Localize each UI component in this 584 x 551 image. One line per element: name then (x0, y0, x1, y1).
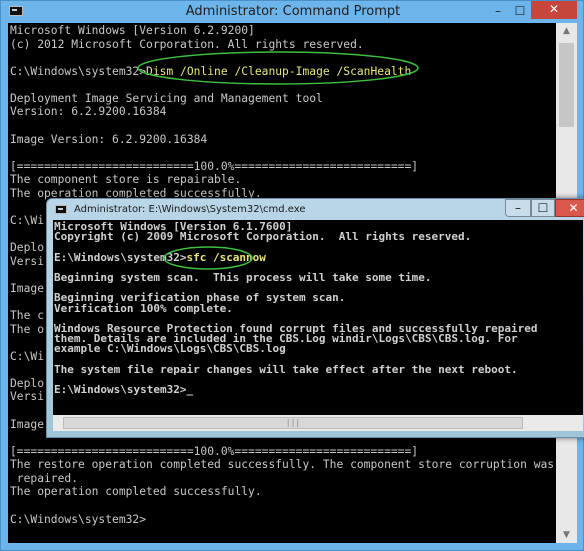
console-line: example C:\Windows\Logs\CBS\CBS.log (54, 342, 286, 356)
command-text: Dism /Online /Cleanup-Image /ScanHealth (146, 64, 412, 78)
line-text: Image Version: 6.2.9200.16384 (10, 132, 208, 146)
scroll-thumb[interactable]: ||| (63, 417, 523, 429)
line-text: Copyright (c) 2009 Microsoft Corporation… (54, 230, 472, 244)
line-text: The restore operation completed successf… (10, 458, 555, 472)
close-button[interactable]: ✕ (555, 199, 584, 217)
line-text: C:\Windows\system32> (10, 512, 147, 526)
console-line: [==========================100.0%=======… (10, 160, 418, 173)
line-text: (c) 2012 Microsoft Corporation. All righ… (10, 37, 364, 51)
console-line: The o (10, 323, 44, 336)
console-line: Deployment Image Servicing and Managemen… (10, 92, 323, 105)
line-text: C:\Wi (10, 349, 45, 363)
line-text: example C:\Windows\Logs\CBS\CBS.log (54, 342, 286, 356)
line-text: Verification 100% complete. (54, 301, 233, 315)
console-line: The c (10, 309, 44, 322)
command-text: sfc /scannow (186, 250, 266, 264)
console-line: Image Version: 6.2.9200.16384 (10, 133, 207, 146)
console-line: Version: 6.2.9200.16384 (10, 105, 166, 118)
line-text: The component store is repairable. (10, 173, 242, 187)
line-text: The o (10, 322, 45, 336)
console-line: The restore operation completed successf… (10, 458, 554, 471)
console-line: Beginning system scan. This process will… (54, 271, 432, 284)
console-line: repaired. (10, 472, 78, 485)
console-line: Versi (10, 390, 44, 403)
console-output[interactable]: Microsoft Windows [Version 6.1.7600] Copy… (53, 220, 583, 415)
line-text: E:\Windows\system32> (54, 250, 187, 264)
line-text: Image (10, 281, 45, 295)
console-line: Copyright (c) 2009 Microsoft Corporation… (54, 230, 472, 244)
minimize-button[interactable]: – (487, 3, 509, 21)
line-text: Versi (10, 254, 45, 268)
line-text: E:\Windows\system32>_ (54, 383, 194, 397)
console-line: The component store is repairable. (10, 173, 241, 186)
console-line: Image (10, 282, 44, 295)
line-text: [==========================100.0%=======… (10, 444, 419, 458)
console-line: Verification 100% complete. (54, 301, 233, 315)
title-bar[interactable]: Administrator: Command Prompt – ☐ ✕ (1, 1, 584, 23)
scroll-thumb[interactable] (559, 43, 574, 127)
line-text: Deployment Image Servicing and Managemen… (10, 91, 323, 105)
console-line: E:\Windows\system32>sfc /scannow (54, 250, 266, 264)
console-line: Image (10, 418, 44, 431)
line-text: Image (10, 417, 45, 431)
line-text: The operation completed successfully. (10, 485, 262, 499)
console-line: The operation completed successfully. (10, 485, 262, 498)
console-line: E:\Windows\system32>_ (54, 383, 194, 397)
line-text: Beginning system scan. This process will… (54, 271, 432, 284)
line-text: Microsoft Windows [Version 6.2.9200] (10, 24, 255, 37)
line-text: The c (10, 308, 45, 322)
console-line: C:\Wi (10, 350, 44, 363)
console-line: Deplo (10, 241, 44, 254)
line-text: Deplo (10, 376, 45, 390)
line-text: C:\Windows\system32> (10, 64, 147, 78)
minimize-button[interactable]: – (505, 199, 531, 217)
console-line: Deplo (10, 377, 44, 390)
scroll-down-icon[interactable]: ▼ (556, 530, 577, 540)
line-text: Deplo (10, 241, 45, 255)
horizontal-scrollbar[interactable]: ||| (53, 415, 583, 431)
console-line: C:\Windows\system32> (10, 513, 146, 526)
line-text: C:\Wi (10, 213, 45, 227)
console-line: (c) 2012 Microsoft Corporation. All righ… (10, 38, 364, 51)
maximize-button[interactable]: ☐ (531, 199, 555, 217)
console-line: [==========================100.0%=======… (10, 445, 418, 458)
console-line: Microsoft Windows [Version 6.2.9200] (10, 24, 255, 37)
window-title: Administrator: E:\Windows\System32\cmd.e… (74, 204, 306, 215)
line-text: Versi (10, 390, 45, 404)
close-button[interactable]: ✕ (531, 1, 577, 19)
console-line: Versi (10, 255, 44, 268)
cmd-icon (55, 205, 67, 214)
line-text: The system file repair changes will take… (54, 362, 518, 376)
line-text: Version: 6.2.9200.16384 (10, 105, 167, 119)
console-line: C:\Windows\system32>Dism /Online /Cleanu… (10, 65, 411, 78)
inner-cmd-window: Administrator: E:\Windows\System32\cmd.e… (46, 198, 584, 438)
maximize-button[interactable]: ☐ (509, 3, 531, 21)
line-text: [==========================100.0%=======… (10, 159, 419, 173)
console-line: C:\Wi (10, 214, 44, 227)
scroll-up-icon[interactable]: ▲ (556, 26, 577, 36)
console-line: The system file repair changes will take… (54, 362, 518, 376)
line-text: repaired. (10, 471, 79, 485)
